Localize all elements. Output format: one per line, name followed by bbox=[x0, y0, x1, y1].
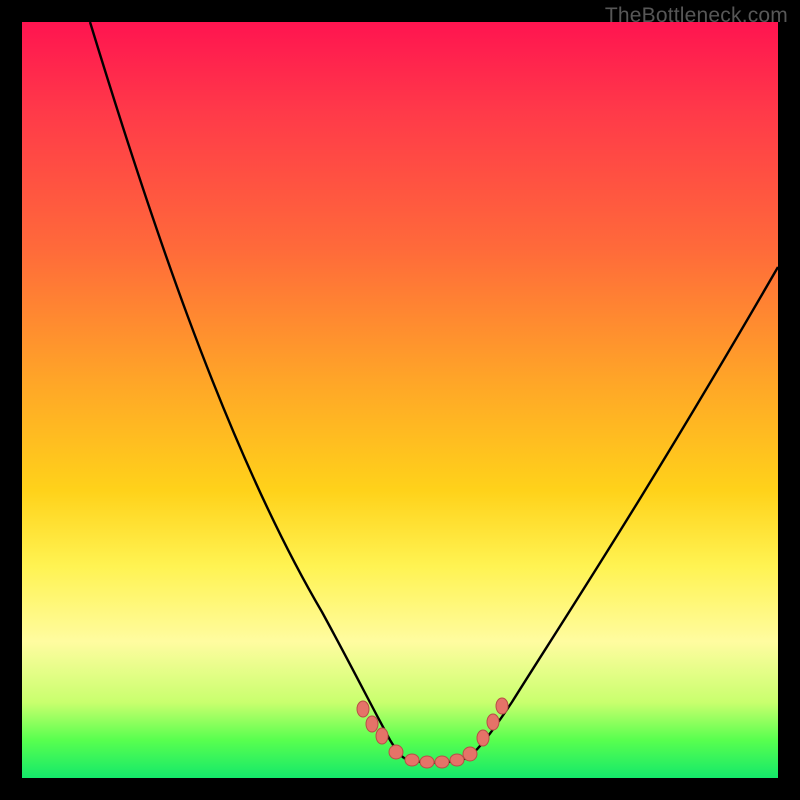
marker-dot bbox=[435, 756, 449, 768]
marker-dot bbox=[463, 747, 477, 761]
marker-group bbox=[357, 698, 508, 768]
plot-area bbox=[22, 22, 778, 778]
marker-dot bbox=[450, 754, 464, 766]
marker-dot bbox=[477, 730, 489, 746]
right-curve bbox=[467, 267, 778, 758]
left-curve bbox=[90, 22, 404, 758]
marker-dot bbox=[487, 714, 499, 730]
curve-layer bbox=[22, 22, 778, 778]
marker-dot bbox=[376, 728, 388, 744]
marker-dot bbox=[389, 745, 403, 759]
attribution-text: TheBottleneck.com bbox=[605, 4, 788, 28]
marker-dot bbox=[420, 756, 434, 768]
marker-dot bbox=[366, 716, 378, 732]
chart-frame: TheBottleneck.com bbox=[0, 0, 800, 800]
marker-dot bbox=[405, 754, 419, 766]
marker-dot bbox=[357, 701, 369, 717]
marker-dot bbox=[496, 698, 508, 714]
